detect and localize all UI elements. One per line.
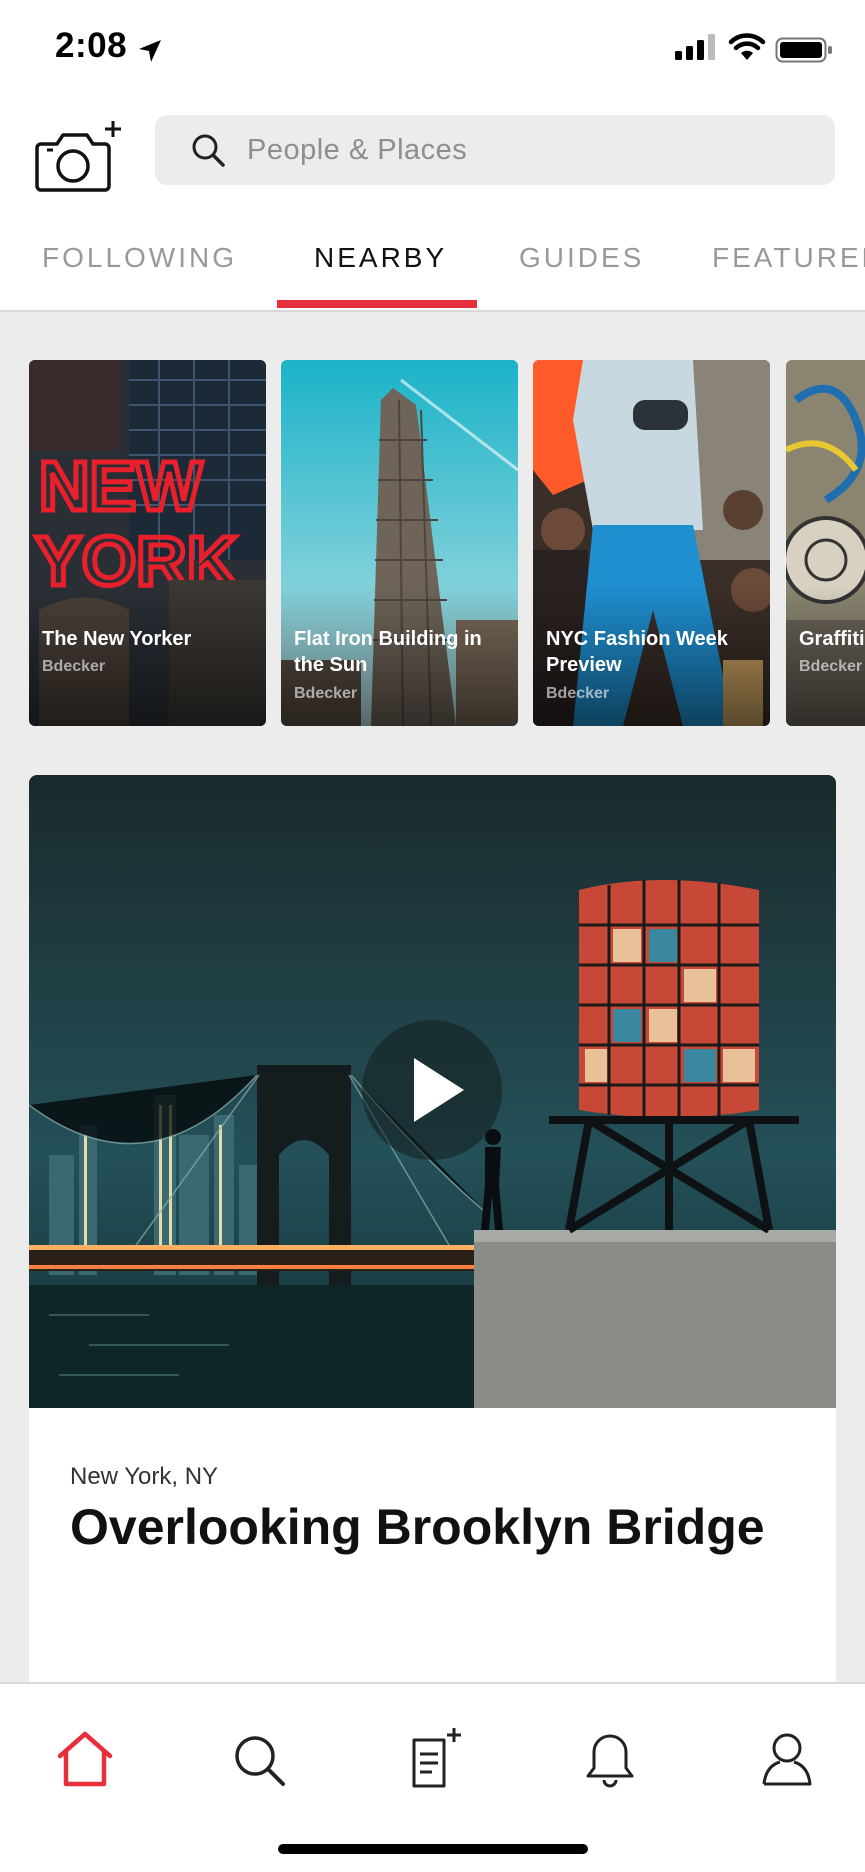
post-title[interactable]: Overlooking Brooklyn Bridge [70,1497,770,1557]
story-card[interactable]: Graffiti Bdecker [786,360,865,726]
tab-nearby[interactable]: NEARBY [314,242,447,274]
wifi-icon [728,33,766,60]
play-video-button[interactable] [362,1020,502,1160]
story-author: Bdecker [42,658,106,675]
stories-carousel[interactable]: NEW YORK The New Yorker Bdecker Flat Iro… [0,360,865,728]
active-tab-indicator [277,300,477,308]
story-title: Flat Iron Building in the Sun [294,628,482,676]
new-post-icon [412,1728,461,1788]
location-arrow-icon [139,40,161,62]
story-card[interactable]: Flat Iron Building in the Sun Bdecker [281,360,518,726]
nav-new-post[interactable] [400,1724,470,1794]
nav-profile[interactable] [752,1724,822,1794]
story-overlay [29,586,266,726]
nav-notifications[interactable] [575,1724,645,1794]
home-icon [57,1731,113,1787]
play-icon [414,1058,464,1122]
post-location: New York, NY [70,1463,219,1490]
nav-home[interactable] [50,1724,120,1794]
feed[interactable]: NEW YORK The New Yorker Bdecker Flat Iro… [0,312,865,1682]
cellular-signal-icon [675,34,715,60]
bottom-navigation [0,1682,865,1872]
story-author: Bdecker [294,685,358,702]
home-indicator [278,1844,588,1854]
status-bar: 2:08 [0,0,865,100]
camera-plus-icon [35,121,121,192]
post-card[interactable]: New York, NY Overlooking Brooklyn Bridge [29,775,836,1682]
story-card[interactable]: NEW YORK The New Yorker Bdecker [29,360,266,726]
story-title: Graffiti [799,628,865,650]
nav-search[interactable] [225,1724,295,1794]
status-time: 2:08 [55,26,128,65]
add-photo-button[interactable] [35,118,125,198]
search-icon [235,1736,285,1786]
feed-tabs: FOLLOWING NEARBY GUIDES FEATURED [0,220,865,312]
svg-text:NEW: NEW [39,447,202,525]
search-bar[interactable] [155,115,835,185]
story-author: Bdecker [799,658,863,675]
story-author: Bdecker [546,685,610,702]
tab-featured[interactable]: FEATURED [712,242,865,274]
story-title: The New Yorker [42,628,192,650]
bell-icon [586,1734,634,1788]
search-input[interactable] [247,115,807,185]
story-title: NYC Fashion Week Preview [546,628,728,676]
story-overlay [786,586,865,726]
tab-guides[interactable]: GUIDES [519,242,644,274]
search-icon [192,134,225,167]
battery-icon [775,37,832,63]
header [0,100,865,210]
story-card[interactable]: NYC Fashion Week Preview Bdecker [533,360,770,726]
profile-icon [762,1733,812,1786]
tab-following[interactable]: FOLLOWING [42,242,237,274]
